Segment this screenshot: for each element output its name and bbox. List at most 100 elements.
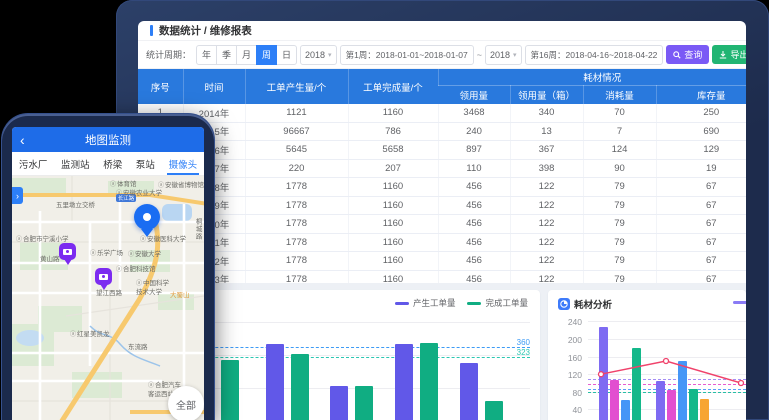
table-row: 72020年177811604561227967 (138, 215, 746, 234)
table-cell: 456 (438, 215, 510, 234)
period-option-4[interactable]: 周 (256, 45, 277, 65)
desktop-screen: 数据统计 / 维修报表 统计周期： 年季月周日 2018 ▾ 第1周：2018-… (138, 21, 746, 420)
table-cell: 456 (438, 196, 510, 215)
col-header: 序号 (138, 69, 183, 104)
group-header: 耗材情况 (438, 69, 746, 86)
consumable-chart-title: 耗材分析 (558, 297, 612, 311)
phone-tab-3[interactable]: 桥梁 (101, 152, 124, 175)
filter-bar: 统计周期： 年季月周日 2018 ▾ 第1周：2018-01-01~2018-0… (138, 41, 746, 69)
export-excel-button[interactable]: 导出Excel (712, 45, 746, 64)
col-header: 工单产生量/个 (245, 69, 348, 104)
table-cell: 1778 (245, 178, 348, 197)
table-cell: 5658 (348, 141, 438, 160)
bar-generated (395, 344, 413, 420)
poi-icon: ⓐ (110, 182, 116, 190)
download-icon (719, 51, 727, 59)
table-row: 92022年177811604561227967 (138, 252, 746, 271)
y-axis-tick: 120 (554, 370, 582, 380)
consumable-plot (588, 318, 746, 420)
year-end-select[interactable]: 2018 ▾ (485, 45, 522, 65)
breadcrumb: 数据统计 / 维修报表 (159, 23, 252, 38)
poi-icon: ⓐ (140, 237, 146, 245)
legend-swatch-cutoff (733, 301, 746, 304)
table-cell: 79 (583, 196, 656, 215)
back-icon[interactable]: ‹ (20, 133, 25, 147)
poi-icon: ⓐ (116, 191, 122, 199)
bar-generated (330, 386, 348, 420)
bar-completed (355, 386, 373, 420)
bar-completed (485, 401, 503, 420)
camera-marker-2[interactable] (95, 268, 112, 285)
table-cell: 124 (583, 141, 656, 160)
phone-header: ‹ 地图监测 (12, 127, 204, 152)
bar-completed (291, 354, 309, 420)
period-option-3[interactable]: 月 (236, 45, 257, 65)
report-table-head: 序号时间工单产生量/个工单完成量/个耗材情况领用量领用量（箱）消耗量库存量 (138, 69, 746, 104)
phone-screen: ‹ 地图监测 污水厂监测站桥梁泵站摄像头 (12, 127, 204, 420)
col-header: 工单完成量/个 (348, 69, 438, 104)
legend-item-completed[interactable]: 完成工单量 (467, 297, 528, 309)
table-cell: 897 (438, 141, 510, 160)
period-label: 统计周期： (146, 48, 191, 61)
legend-swatch-generated (395, 302, 409, 305)
week-start-picker[interactable]: 第1周：2018-01-01~2018-01-07 (340, 45, 474, 65)
week-end-picker[interactable]: 第16周：2018-04-16~2018-04-22 (525, 45, 664, 65)
map-label: ⓐ红星美凯龙 (70, 331, 110, 340)
table-cell: 79 (583, 233, 656, 252)
page: { "colors":{ "accent_blue":"#2d7ff7","he… (0, 0, 769, 420)
table-cell: 19 (656, 159, 746, 178)
table-row: 62019年177811604561227967 (138, 196, 746, 215)
bar-completed (420, 343, 438, 420)
sub-col-header: 消耗量 (583, 86, 656, 105)
table-row: 82021年177811604561227967 (138, 233, 746, 252)
table-cell: 1778 (245, 252, 348, 271)
map-label: ⓐ安徽农业大学 (116, 190, 162, 199)
query-button[interactable]: 查询 (666, 45, 709, 64)
phone-page-title: 地图监测 (85, 132, 131, 148)
y-axis-tick: 40 (554, 405, 582, 415)
table-cell: 67 (656, 233, 746, 252)
chevron-down-icon: ▾ (328, 51, 332, 59)
charts-section: 产生工单量 完成工单量 360323 耗材分析 (138, 283, 746, 420)
reference-line (160, 357, 530, 358)
table-cell: 220 (245, 159, 348, 178)
map-label: 东流路 (128, 344, 148, 352)
reference-line-label: 360 (517, 338, 530, 347)
table-row: 32016年56455658897367124129 (138, 141, 746, 160)
table-cell: 240 (438, 122, 510, 141)
map-expand-button[interactable]: › (12, 187, 23, 204)
poi-icon: ⓐ (90, 251, 96, 259)
phone-tab-5[interactable]: 摄像头 (167, 152, 200, 175)
table-cell: 122 (510, 196, 583, 215)
year-start-select[interactable]: 2018 ▾ (300, 45, 337, 65)
table-cell: 13 (510, 122, 583, 141)
period-option-2[interactable]: 季 (216, 45, 237, 65)
map-view[interactable]: 长江路 › 全部 ⓐ体育馆ⓐ安徽农业大学ⓐ安徽省博物馆五里墩立交桥ⓐ安徽医科大学… (12, 176, 204, 420)
camera-marker-1[interactable] (59, 243, 76, 260)
map-all-button[interactable]: 全部 (168, 386, 204, 420)
table-row: 52018年177811604561227967 (138, 178, 746, 197)
poi-icon: ⓐ (116, 267, 122, 275)
table-cell: 1160 (348, 233, 438, 252)
table-cell: 456 (438, 252, 510, 271)
poi-icon: ⓐ (70, 332, 76, 340)
table-cell: 786 (348, 122, 438, 141)
phone-tab-2[interactable]: 监测站 (59, 152, 92, 175)
phone-tab-1[interactable]: 污水厂 (17, 152, 50, 175)
map-label: ⓐ安徽医科大学 (140, 236, 186, 245)
consumable-chart-card: 耗材分析 2402001601208040 (548, 290, 746, 420)
period-option-1[interactable]: 年 (196, 45, 217, 65)
table-cell: 110 (438, 159, 510, 178)
selected-camera-pin[interactable] (134, 204, 160, 230)
y-axis-tick: 240 (554, 317, 582, 327)
table-cell: 67 (656, 178, 746, 197)
period-option-5[interactable]: 日 (276, 45, 297, 65)
chevron-down-icon: ▾ (513, 51, 517, 59)
legend-item-generated[interactable]: 产生工单量 (395, 297, 456, 309)
map-label: 望江西路 (96, 290, 122, 298)
phone-tab-4[interactable]: 泵站 (134, 152, 157, 175)
pie-chart-icon (558, 298, 570, 310)
map-label: 黄山路 (40, 256, 60, 264)
table-cell: 1121 (245, 104, 348, 122)
col-header: 时间 (183, 69, 245, 104)
